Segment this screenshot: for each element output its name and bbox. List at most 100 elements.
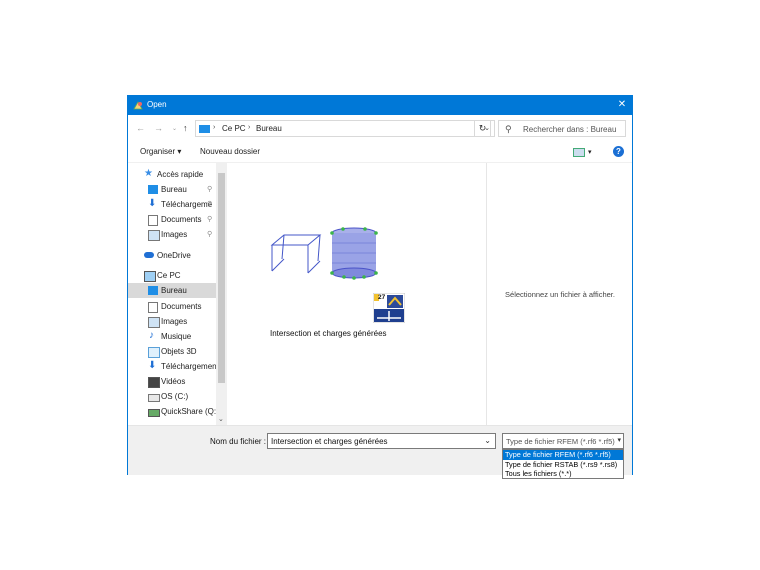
nav-label: Documents (161, 302, 202, 311)
nav-item-pc-documents[interactable]: Documents (128, 299, 216, 314)
bottom-panel: Nom du fichier : Intersection et charges… (128, 425, 632, 479)
document-icon (148, 215, 158, 226)
nav-label: Images (161, 230, 188, 239)
help-icon[interactable]: ? (613, 146, 624, 157)
nav-item-downloads[interactable]: ⬇ Téléchargeme ⚲ (128, 197, 216, 212)
music-icon: ♪ (149, 330, 154, 341)
breadcrumb-separator: › (248, 124, 251, 131)
pin-icon: ⚲ (207, 231, 213, 238)
filetype-dropdown-list: Type de fichier RFEM (*.rf6 *.rf5) Type … (502, 449, 624, 479)
filetype-option-rfem[interactable]: Type de fichier RFEM (*.rf6 *.rf5) (503, 450, 623, 460)
nav-label: Images (161, 317, 188, 326)
nav-label: Bureau (161, 185, 187, 194)
nav-label: Téléchargeme (161, 200, 213, 209)
filetype-value: Type de fichier RFEM (*.rf6 *.rf5) (506, 437, 615, 446)
computer-icon (144, 271, 156, 282)
nav-item-pc-images[interactable]: Images (128, 314, 216, 329)
nav-label: OneDrive (157, 251, 191, 260)
navigation-pane: ★ Accès rapide Bureau ⚲ ⬇ Téléchargeme ⚲… (128, 163, 228, 425)
back-arrow-icon[interactable]: ← (136, 123, 145, 133)
badge-number: 27 (378, 294, 386, 301)
nav-item-pc-downloads[interactable]: ⬇ Téléchargements (128, 359, 223, 374)
preview-message: Sélectionnez un fichier à afficher. (505, 290, 615, 299)
new-folder-button[interactable]: Nouveau dossier (200, 147, 260, 156)
nav-item-images[interactable]: Images ⚲ (128, 227, 216, 242)
filename-input[interactable]: Intersection et charges générées ⌄ (267, 433, 496, 449)
nav-item-this-pc[interactable]: Ce PC (128, 268, 216, 283)
star-icon: ★ (144, 168, 153, 179)
nav-label: Ce PC (157, 271, 181, 280)
filename-value: Intersection et charges générées (271, 437, 388, 446)
nav-item-quickshare[interactable]: QuickShare (Q:) (128, 404, 219, 419)
address-row: ← → ⌄ ↑ › Ce PC › Bureau ⌄ ↻ ⚲ Recherche… (128, 115, 632, 142)
nav-label: Téléchargements (161, 362, 223, 371)
desktop-icon (148, 286, 158, 295)
pc-icon (199, 125, 210, 133)
video-icon (148, 377, 160, 388)
rfem-file-badge: 27 (372, 292, 406, 324)
nav-scrollbar[interactable]: ⌄ (216, 163, 227, 425)
desktop-icon (148, 185, 158, 194)
nav-item-music[interactable]: ♪ Musique (128, 329, 216, 344)
filetype-option-all[interactable]: Tous les fichiers (*.*) (503, 469, 623, 479)
cube-icon (148, 347, 160, 358)
nav-label: OS (C:) (161, 392, 189, 401)
nav-item-pc-desktop[interactable]: Bureau (128, 283, 216, 298)
nav-item-desktop[interactable]: Bureau ⚲ (128, 182, 216, 197)
download-icon: ⬇ (148, 360, 157, 371)
view-options-icon[interactable] (573, 148, 585, 157)
nav-label: QuickShare (Q:) (161, 407, 219, 416)
nav-item-quick-access[interactable]: ★ Accès rapide (128, 167, 216, 182)
network-drive-icon (148, 409, 160, 417)
recent-chevron-icon[interactable]: ⌄ (172, 125, 177, 132)
organize-label: Organiser (140, 147, 176, 156)
search-placeholder: Rechercher dans : Bureau (523, 125, 617, 134)
download-icon: ⬇ (148, 198, 157, 209)
pin-icon: ⚲ (207, 216, 213, 223)
preview-pane: Sélectionnez un fichier à afficher. (486, 163, 633, 425)
refresh-icon[interactable]: ↻ (474, 120, 491, 137)
file-list: 27 Intersection et charges générées (228, 163, 486, 425)
drive-icon (148, 394, 160, 402)
filetype-option-rstab[interactable]: Type de fichier RSTAB (*.rs9 *.rs8) (503, 460, 623, 470)
open-dialog: Open ✕ ← → ⌄ ↑ › Ce PC › Bureau ⌄ ↻ ⚲ Re… (127, 95, 633, 479)
cloud-icon (144, 252, 154, 258)
chevron-down-icon[interactable]: ▾ (617, 436, 621, 444)
nav-item-videos[interactable]: Vidéos (128, 374, 216, 389)
window-title: Open (147, 100, 167, 109)
breadcrumb-bureau[interactable]: Bureau (256, 124, 282, 133)
nav-item-documents[interactable]: Documents ⚲ (128, 212, 216, 227)
title-bar: Open ✕ (128, 96, 632, 115)
breadcrumb-separator: › (213, 124, 216, 131)
nav-item-os-drive[interactable]: OS (C:) (128, 389, 216, 404)
nav-item-3d-objects[interactable]: Objets 3D (128, 344, 216, 359)
document-icon (148, 302, 158, 313)
view-dropdown-icon[interactable]: ▾ (588, 148, 592, 156)
nav-label: Bureau (161, 286, 187, 295)
pin-icon: ⚲ (207, 186, 213, 193)
scroll-down-icon[interactable]: ⌄ (218, 415, 224, 423)
nav-label: Accès rapide (157, 170, 204, 179)
up-arrow-icon[interactable]: ↑ (183, 123, 188, 133)
close-icon[interactable]: ✕ (615, 98, 629, 112)
forward-arrow-icon[interactable]: → (154, 123, 163, 133)
nav-label: Musique (161, 332, 192, 341)
file-name-label[interactable]: Intersection et charges générées (270, 329, 387, 338)
model-thumbnail (270, 227, 378, 280)
nav-label: Documents (161, 215, 202, 224)
organize-button[interactable]: Organiser ▾ (140, 147, 181, 156)
scrollbar-thumb[interactable] (218, 173, 225, 383)
pin-icon: ⚲ (207, 201, 213, 208)
search-box[interactable]: ⚲ Rechercher dans : Bureau (498, 120, 626, 137)
chevron-down-icon[interactable]: ⌄ (484, 436, 491, 445)
image-icon (148, 230, 160, 241)
nav-label: Objets 3D (161, 347, 197, 356)
filetype-select[interactable]: Type de fichier RFEM (*.rf6 *.rf5) ▾ (502, 433, 624, 449)
breadcrumb-ce-pc[interactable]: Ce PC (222, 124, 246, 133)
nav-label: Vidéos (161, 377, 186, 386)
app-icon (133, 101, 143, 110)
filename-label: Nom du fichier : (210, 437, 267, 446)
address-bar[interactable]: › Ce PC › Bureau ⌄ (195, 120, 495, 137)
image-icon (148, 317, 160, 328)
nav-item-onedrive[interactable]: OneDrive (128, 248, 216, 263)
